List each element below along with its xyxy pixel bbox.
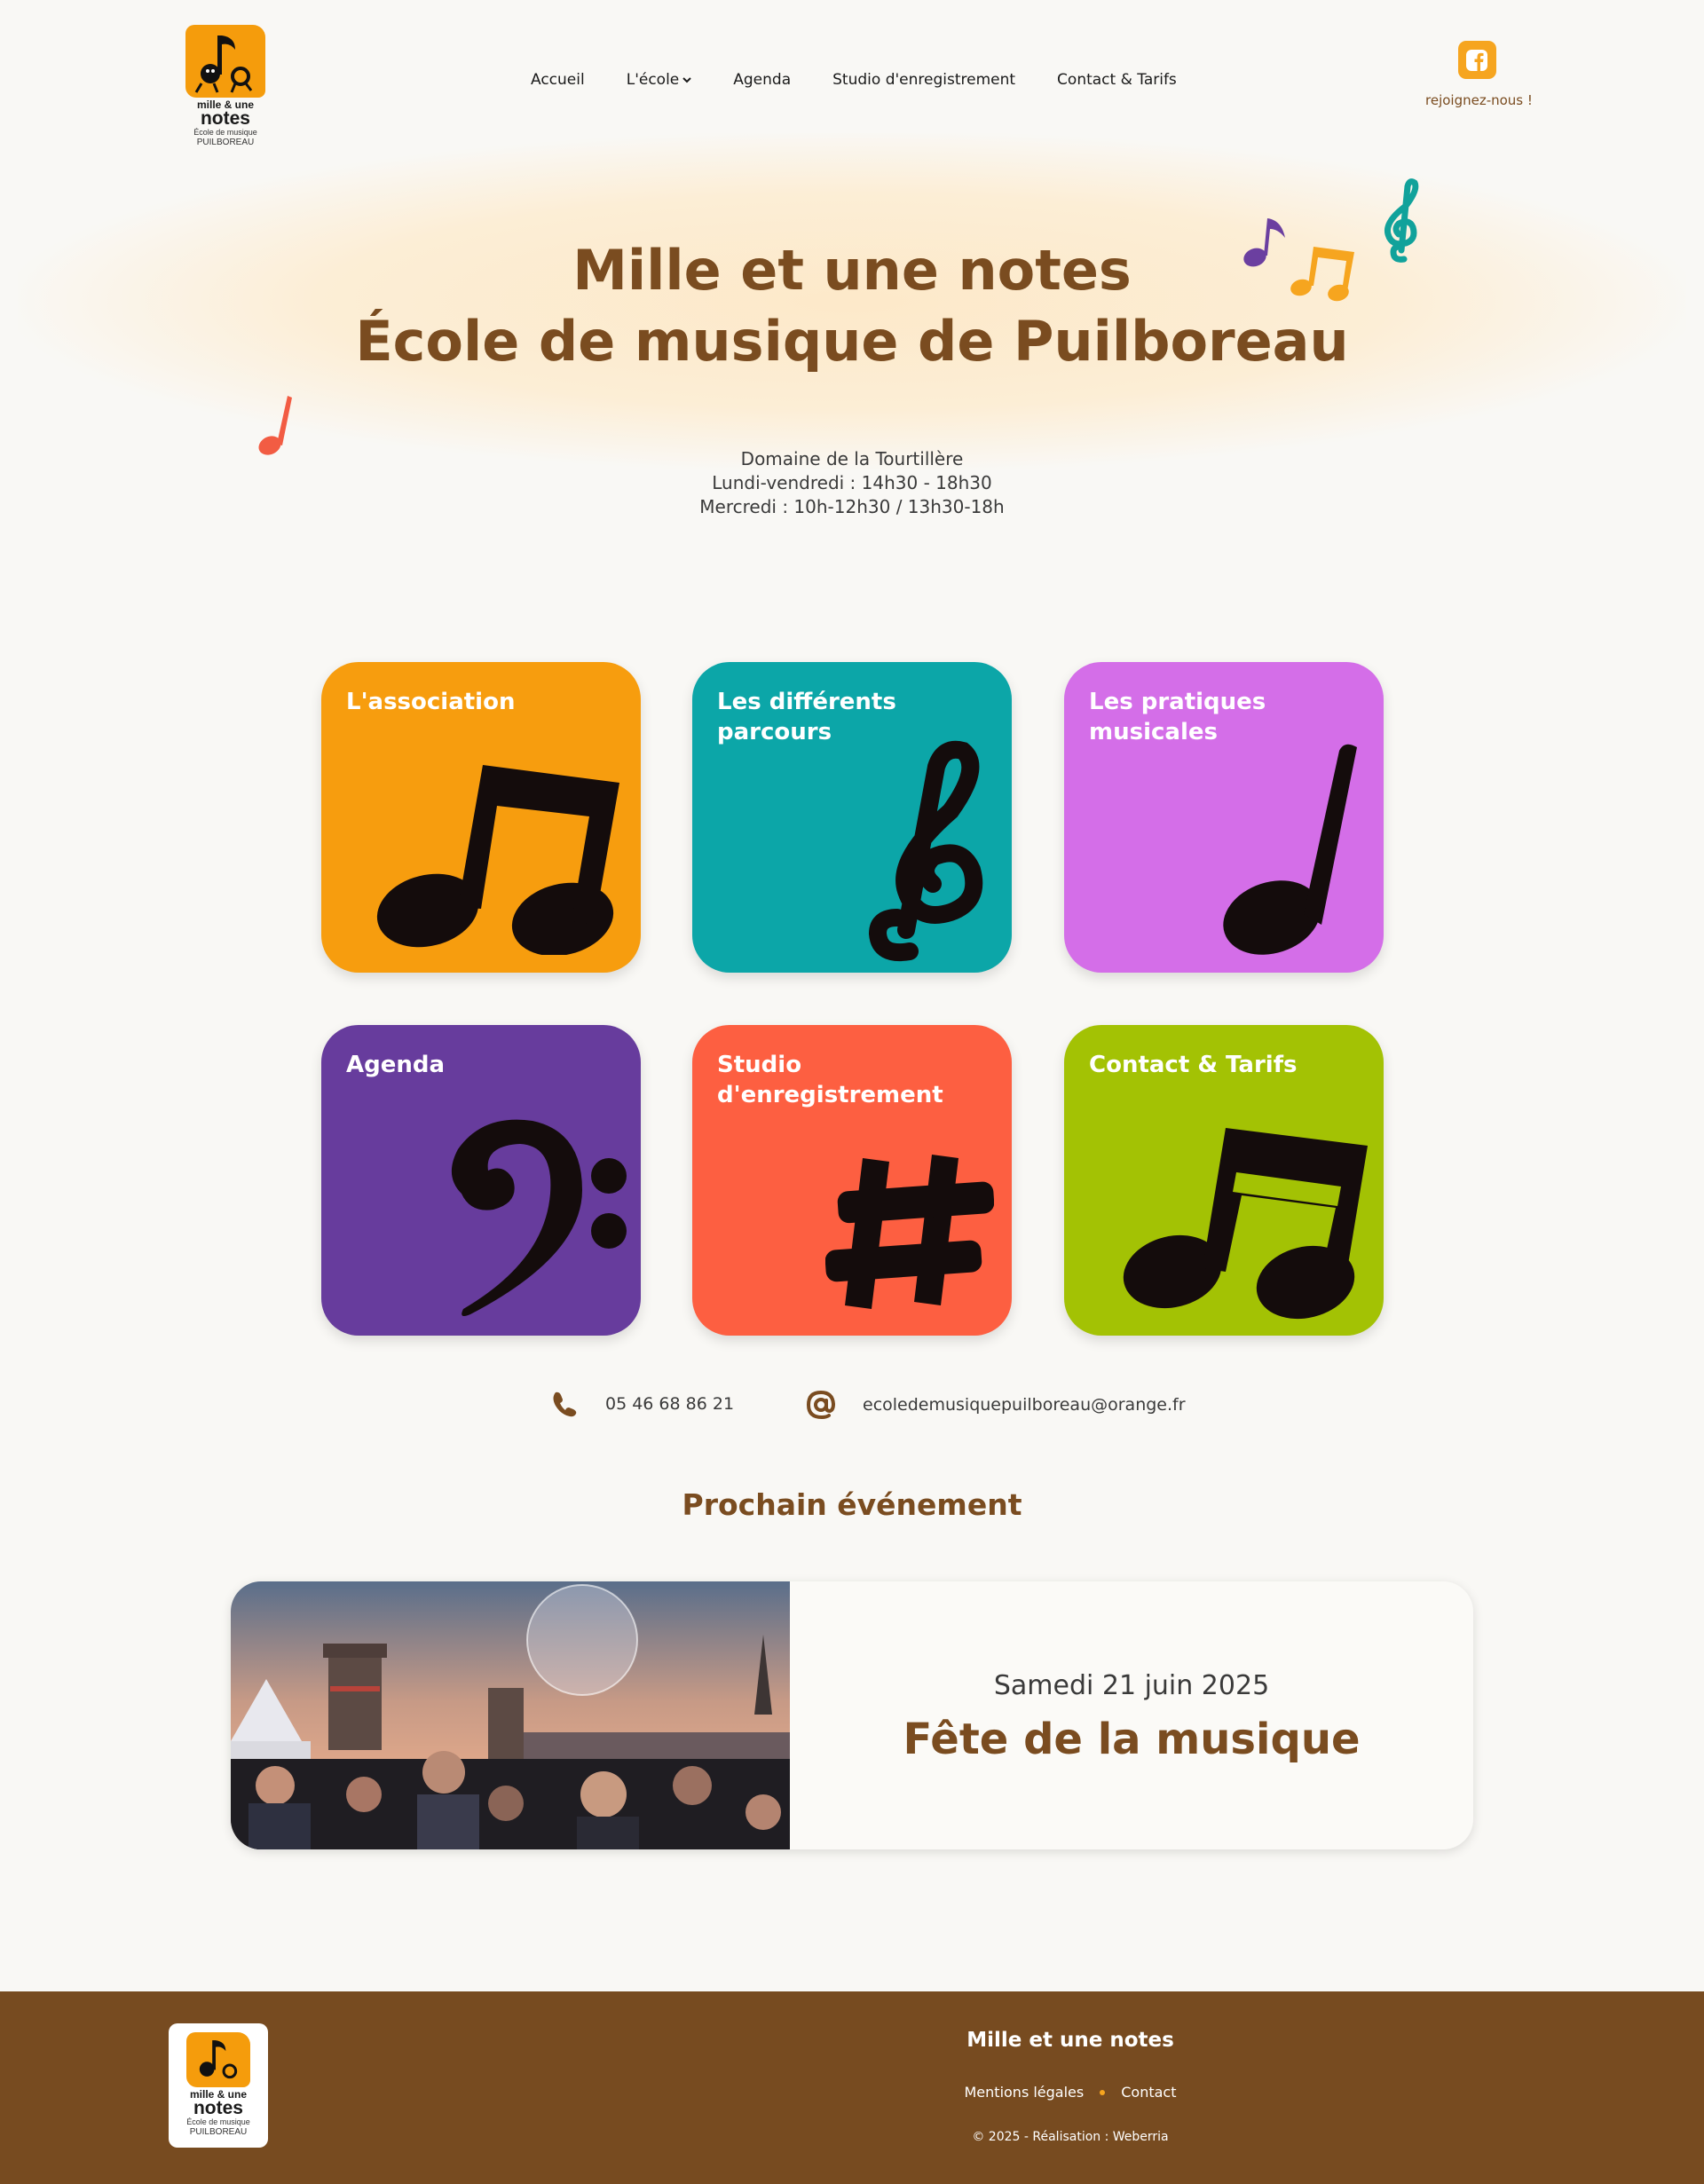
footer-link-mentions[interactable]: Mentions légales	[965, 2084, 1085, 2101]
nav-item-agenda[interactable]: Agenda	[733, 71, 791, 89]
hero-title: Mille et une notes	[572, 238, 1132, 303]
hero-address: Domaine de la Tourtillère	[740, 448, 964, 469]
card-pratiques[interactable]: Les pratiques musicales	[1064, 662, 1384, 973]
card-contact-tarifs[interactable]: Contact & Tarifs	[1064, 1025, 1384, 1336]
beamed-eighth-notes-icon	[376, 765, 619, 955]
nav-label: Contact & Tarifs	[1057, 71, 1177, 89]
nav-label: L'école	[626, 71, 680, 89]
nav-item-ecole[interactable]: L'école	[627, 71, 692, 89]
phone-number: 05 46 68 86 21	[605, 1394, 735, 1414]
card-label: L'association	[346, 689, 516, 715]
nav-item-studio[interactable]: Studio d'enregistrement	[832, 71, 1015, 89]
logo-mark	[185, 25, 265, 98]
email-address: ecoledemusiquepuilboreau@orange.fr	[863, 1395, 1186, 1415]
card-studio[interactable]: Studio d'enregistrement	[692, 1025, 1012, 1336]
nav-item-accueil[interactable]: Accueil	[531, 71, 585, 89]
logo-text: notes	[193, 2098, 243, 2118]
card-label: Les pratiques musicales	[1089, 689, 1266, 745]
card-label: Studio d'enregistrement	[717, 1052, 943, 1108]
footer-logo[interactable]: mille & une notes École de musique PUILB…	[169, 2023, 268, 2148]
hero-subtitle: École de musique de Puilboreau	[355, 309, 1349, 374]
sharp-icon	[825, 1155, 994, 1309]
social-caption: rejoignez-nous !	[1425, 92, 1533, 108]
event-date: Samedi 21 juin 2025	[993, 1670, 1270, 1701]
contact-phone[interactable]: 05 46 68 86 21	[550, 1390, 734, 1418]
nav-label: Studio d'enregistrement	[832, 71, 1016, 89]
nav-label: Accueil	[531, 71, 585, 89]
footer-copyright: © 2025 - Réalisation : Weberria	[972, 2130, 1169, 2144]
hero-hours: Mercredi : 10h-12h30 / 13h30-18h	[699, 496, 1005, 517]
site-footer: mille & une notes École de musique PUILB…	[0, 1991, 1704, 2184]
footer-link-contact[interactable]: Contact	[1121, 2084, 1176, 2101]
next-event-heading: Prochain événement	[682, 1487, 1022, 1522]
card-label: Agenda	[346, 1052, 446, 1078]
footer-title: Mille et une notes	[966, 2029, 1174, 2052]
card-label: Les différents parcours	[717, 689, 896, 745]
chevron-down-icon	[682, 77, 691, 83]
card-parcours[interactable]: Les différents parcours	[692, 662, 1012, 973]
footer-links: Mentions légales Contact	[893, 2084, 1248, 2101]
logo-text: École de musique	[186, 2117, 250, 2126]
quarter-note-icon	[1223, 744, 1357, 955]
main-nav: Accueil L'école Agenda Studio d'enregist…	[531, 71, 1219, 89]
logo-mark	[186, 2032, 250, 2087]
treble-clef-icon	[868, 740, 983, 961]
phone-icon	[553, 1392, 577, 1417]
event-name: Fête de la musique	[903, 1715, 1361, 1764]
nav-label: Agenda	[733, 71, 792, 89]
hero-hours: Lundi-vendredi : 14h30 - 18h30	[712, 472, 992, 493]
logo-text: PUILBOREAU	[189, 2127, 248, 2137]
event-card[interactable]: Samedi 21 juin 2025 Fête de la musique	[231, 1581, 1473, 1849]
card-agenda[interactable]: Agenda	[321, 1025, 641, 1336]
site-logo[interactable]: mille & une notes École de musique PUILB…	[183, 25, 268, 151]
card-label: Contact & Tarifs	[1089, 1052, 1298, 1078]
beamed-sixteenth-notes-icon	[1123, 1128, 1368, 1320]
nav-item-contact-tarifs[interactable]: Contact & Tarifs	[1057, 71, 1177, 89]
contact-email[interactable]: ecoledemusiquepuilboreau@orange.fr	[806, 1390, 1186, 1420]
contact-row: 05 46 68 86 21 ecoledemusiquepuilboreau@…	[0, 1390, 1704, 1425]
card-association[interactable]: L'association	[321, 662, 641, 973]
at-sign-icon	[806, 1390, 836, 1420]
facebook-icon[interactable]	[1457, 41, 1496, 79]
event-photo	[231, 1581, 790, 1849]
bass-clef-icon	[451, 1119, 627, 1316]
separator-dot	[1100, 2089, 1106, 2095]
social-facebook[interactable]: rejoignez-nous !	[1425, 41, 1533, 108]
logo-text: notes	[200, 108, 250, 129]
